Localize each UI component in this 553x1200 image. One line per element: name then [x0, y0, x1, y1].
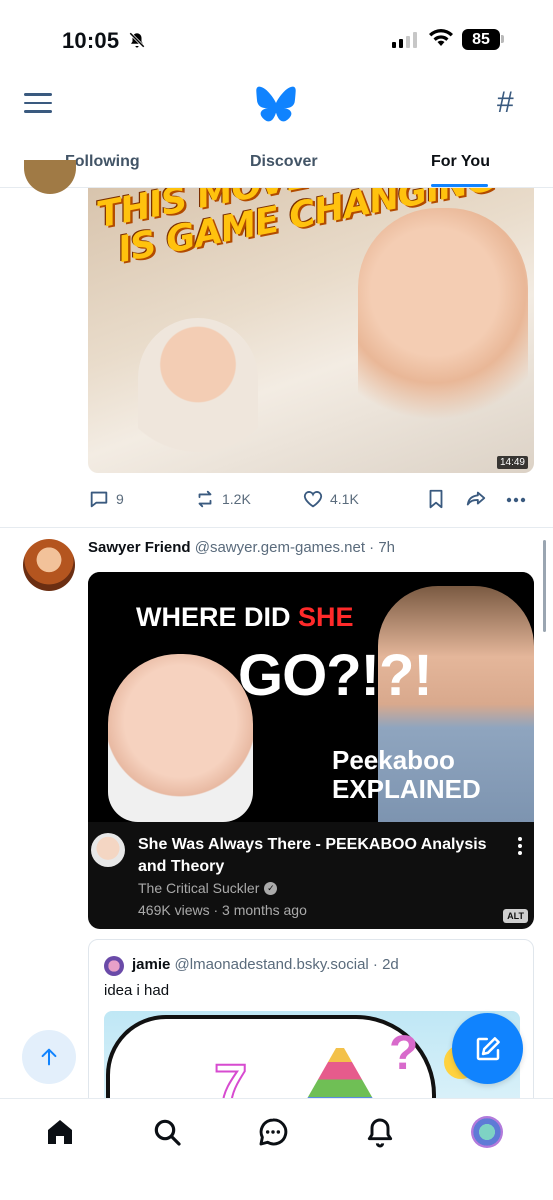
avatar[interactable]	[24, 160, 76, 194]
channel-avatar[interactable]	[91, 833, 125, 867]
video-duration: 14:49	[496, 456, 528, 469]
compose-icon	[476, 1036, 500, 1060]
wifi-icon	[428, 28, 454, 53]
quote-author-name: jamie	[132, 956, 171, 973]
channel-name[interactable]: The Critical Suckler	[138, 880, 259, 896]
video-more-options-icon[interactable]	[518, 837, 522, 858]
battery-tip	[501, 35, 504, 43]
like-button[interactable]: 4.1K	[302, 488, 359, 510]
bookmark-icon	[429, 489, 443, 509]
video-embed-card[interactable]: WHERE DID SHE GO?!?! Peekaboo EXPLAINED …	[88, 572, 534, 929]
channel-name-row: The Critical Suckler ✓	[138, 880, 278, 896]
reply-button[interactable]: 9	[88, 488, 124, 510]
drawing-question-mark: ?	[389, 1027, 419, 1080]
video-info: She Was Always There - PEEKABOO Analysis…	[88, 822, 534, 929]
tab-for-you[interactable]: For You	[431, 153, 490, 171]
tab-discover[interactable]: Discover	[250, 153, 318, 171]
avatar[interactable]	[23, 539, 75, 591]
home-icon[interactable]	[44, 1116, 76, 1148]
scroll-indicator[interactable]	[543, 540, 546, 632]
heart-icon	[303, 491, 323, 508]
share-icon	[466, 491, 486, 506]
baby-image	[108, 654, 253, 822]
repost-button[interactable]: 1.2K	[194, 488, 251, 510]
surprised-baby-image	[138, 318, 258, 473]
search-icon[interactable]	[151, 1116, 183, 1148]
reply-count: 9	[116, 491, 124, 507]
bluesky-butterfly-logo[interactable]	[256, 86, 296, 127]
quote-text: idea i had	[104, 982, 170, 999]
thumbnail-text-peekaboo: Peekaboo EXPLAINED	[332, 745, 481, 804]
thought-cloud-drawing	[106, 1015, 436, 1108]
crawling-baby-image	[358, 208, 528, 448]
quote-author: jamie @lmaonadestand.bsky.social · 2d	[132, 956, 399, 973]
post-author: Sawyer Friend @sawyer.gem-games.net · 7h	[88, 539, 395, 556]
bookmark-button[interactable]	[426, 488, 446, 510]
cellular-signal-icon	[392, 32, 417, 48]
chat-icon[interactable]	[257, 1116, 289, 1148]
scroll-to-top-button[interactable]	[22, 1030, 76, 1084]
arrow-up-icon	[41, 1048, 57, 1066]
post-divider	[0, 527, 553, 528]
reply-icon	[90, 491, 108, 508]
bottom-navigation	[0, 1098, 553, 1200]
share-button[interactable]	[464, 488, 488, 510]
compose-post-button[interactable]	[452, 1013, 523, 1084]
feed-tabs: Following Discover For You	[0, 140, 553, 188]
like-count: 4.1K	[330, 491, 359, 507]
video-thumbnail[interactable]: WHERE DID SHE GO?!?! Peekaboo EXPLAINED	[88, 572, 534, 822]
hamburger-menu-icon[interactable]	[24, 93, 52, 117]
more-options-icon[interactable]	[506, 497, 526, 503]
hashtag-icon[interactable]: #	[497, 86, 514, 120]
thumbnail-text-where: WHERE DID SHE	[136, 602, 354, 632]
notifications-icon[interactable]	[364, 1116, 396, 1148]
author-name[interactable]: Sawyer Friend	[88, 539, 191, 556]
battery-icon: 85	[462, 29, 500, 50]
verified-check-icon: ✓	[264, 881, 278, 895]
video-thumbnail[interactable]: THIS MOVEMENT TECH IS GAME CHANGING 14:4…	[88, 188, 534, 473]
active-tab-indicator	[431, 184, 488, 187]
bell-off-icon	[128, 31, 146, 54]
thumbnail-text-go: GO?!?!	[238, 643, 433, 708]
quote-author-handle: @lmaonadestand.bsky.social · 2d	[174, 956, 399, 973]
status-time: 10:05	[62, 28, 120, 53]
repost-count: 1.2K	[222, 491, 251, 507]
quote-avatar	[104, 956, 124, 976]
repost-icon	[198, 490, 212, 508]
author-handle[interactable]: @sawyer.gem-games.net · 7h	[195, 539, 395, 556]
post-actions: 9 1.2K 4.1K	[88, 488, 534, 512]
profile-avatar[interactable]	[471, 1116, 503, 1148]
tab-following[interactable]: Following	[65, 153, 140, 171]
alt-text-badge[interactable]: ALT	[503, 909, 528, 923]
video-meta: 469K views · 3 months ago	[138, 902, 307, 918]
video-title[interactable]: She Was Always There - PEEKABOO Analysis…	[138, 834, 498, 878]
status-bar: 10:05 85	[0, 0, 553, 70]
